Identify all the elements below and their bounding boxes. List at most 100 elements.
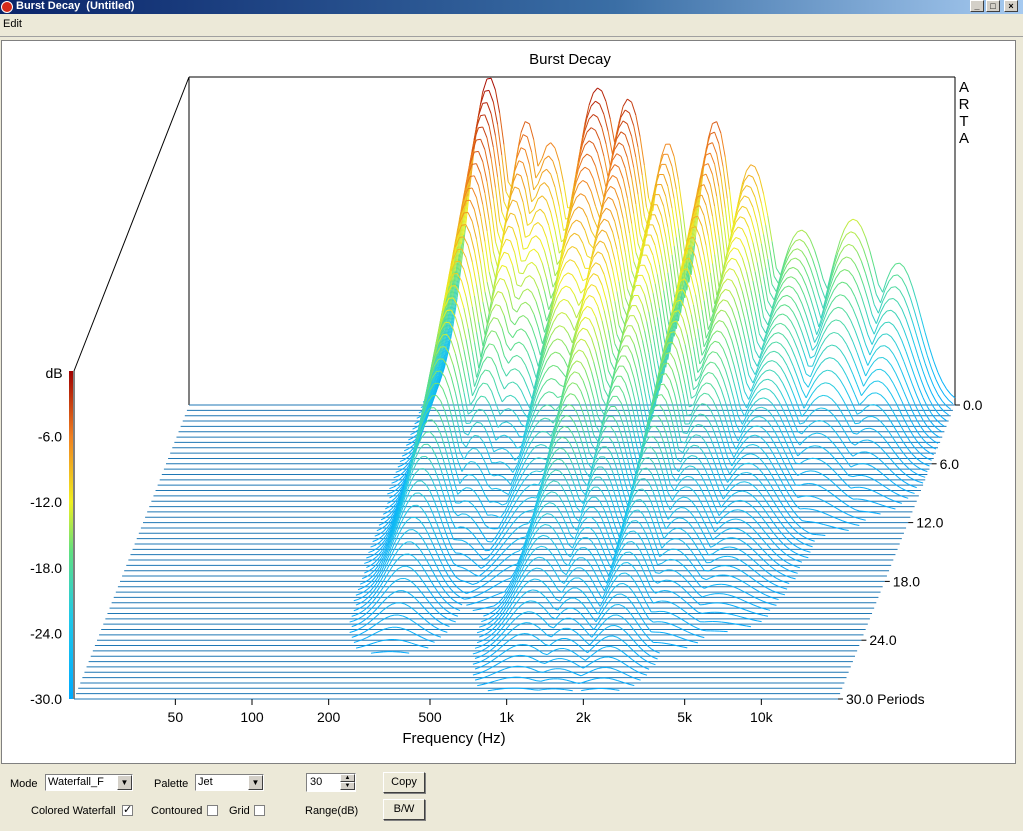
waterfall-segment bbox=[438, 382, 444, 390]
waterfall-segment bbox=[841, 308, 847, 314]
waterfall-segment bbox=[850, 320, 856, 331]
waterfall-segment bbox=[871, 349, 877, 358]
waterfall-segment bbox=[888, 404, 894, 413]
waterfall-segment bbox=[744, 391, 750, 400]
waterfall-segment bbox=[729, 467, 735, 475]
waterfall-segment bbox=[869, 250, 875, 268]
waterfall-segment bbox=[852, 245, 858, 252]
waterfall-segment bbox=[680, 363, 686, 385]
waterfall-segment bbox=[457, 248, 462, 251]
waterfall-segment bbox=[920, 349, 926, 364]
waterfall-segment bbox=[753, 619, 758, 622]
waterfall-segment bbox=[501, 475, 507, 481]
waterfall-segment bbox=[797, 320, 803, 333]
waterfall-segment bbox=[822, 420, 828, 424]
waterfall-segment bbox=[631, 101, 637, 116]
waterfall-segment bbox=[712, 399, 718, 409]
waterfall-segment bbox=[741, 364, 748, 384]
waterfall-segment bbox=[533, 537, 539, 543]
waterfall-segment bbox=[597, 152, 603, 169]
waterfall-segment bbox=[452, 328, 459, 343]
waterfall-segment bbox=[814, 496, 820, 500]
maximize-icon[interactable]: □ bbox=[986, 0, 1000, 12]
waterfall-segment bbox=[888, 348, 894, 355]
waterfall-segment bbox=[635, 570, 641, 579]
waterfall-segment bbox=[548, 480, 554, 484]
waterfall-segment bbox=[752, 549, 758, 555]
waterfall-segment bbox=[790, 347, 796, 358]
waterfall-segment bbox=[882, 409, 888, 416]
waterfall-segment bbox=[688, 365, 694, 390]
waterfall-segment bbox=[491, 547, 497, 554]
waterfall-segment bbox=[543, 250, 550, 268]
minimize-icon[interactable]: _ bbox=[970, 0, 984, 12]
waterfall-segment bbox=[790, 476, 796, 486]
waterfall-segment bbox=[637, 147, 643, 176]
waterfall-segment bbox=[465, 257, 471, 274]
waterfall-segment bbox=[716, 153, 722, 177]
waterfall-segment bbox=[578, 465, 584, 481]
waterfall-segment bbox=[924, 332, 930, 348]
waterfall-segment bbox=[708, 371, 713, 375]
waterfall-segment bbox=[737, 277, 743, 292]
waterfall-segment bbox=[586, 427, 593, 445]
waterfall-segment bbox=[488, 170, 494, 199]
waterfall-segment bbox=[867, 356, 873, 366]
waterfall-segment bbox=[487, 356, 492, 359]
waterfall-segment bbox=[442, 630, 448, 633]
waterfall-segment bbox=[739, 336, 745, 356]
waterfall-segment bbox=[684, 308, 690, 325]
waterfall-segment bbox=[705, 133, 711, 150]
waterfall-segment bbox=[514, 252, 520, 274]
waterfall-segment bbox=[497, 545, 503, 552]
waterfall-segment bbox=[559, 325, 564, 328]
waterfall-segment bbox=[752, 407, 758, 412]
waterfall-segment bbox=[540, 393, 546, 400]
waterfall-segment bbox=[810, 495, 815, 498]
waterfall-segment bbox=[835, 507, 841, 511]
waterfall-segment bbox=[372, 595, 378, 602]
waterfall-segment bbox=[922, 469, 928, 473]
waterfall-segment bbox=[710, 409, 716, 419]
waterfall-segment bbox=[729, 383, 735, 400]
waterfall-segment bbox=[376, 570, 382, 579]
waterfall-segment bbox=[723, 612, 728, 615]
waterfall-segment bbox=[442, 422, 448, 437]
waterfall-segment bbox=[444, 447, 450, 463]
waterfall-segment bbox=[452, 478, 459, 495]
close-icon[interactable]: × bbox=[1004, 0, 1018, 12]
waterfall-segment bbox=[701, 225, 707, 246]
waterfall-segment bbox=[497, 581, 503, 585]
waterfall-segment bbox=[663, 442, 669, 459]
waterfall-segment bbox=[541, 195, 547, 201]
waterfall-segment bbox=[695, 506, 701, 515]
waterfall-segment bbox=[742, 454, 747, 458]
waterfall-segment bbox=[506, 577, 512, 581]
waterfall-segment bbox=[659, 590, 665, 592]
waterfall-segment bbox=[544, 502, 550, 506]
waterfall-segment bbox=[622, 492, 629, 507]
waterfall-segment bbox=[582, 242, 588, 257]
waterfall-segment bbox=[482, 301, 488, 324]
waterfall-segment bbox=[595, 100, 600, 105]
watermark-letter: A bbox=[959, 130, 969, 147]
waterfall-segment bbox=[842, 281, 847, 284]
waterfall-segment bbox=[665, 236, 671, 264]
waterfall-segment bbox=[499, 461, 505, 464]
waterfall-segment bbox=[878, 503, 883, 506]
waterfall-segment bbox=[450, 340, 456, 354]
waterfall-segment bbox=[586, 217, 592, 232]
waterfall-segment bbox=[692, 346, 699, 373]
waterfall-segment bbox=[712, 373, 718, 380]
waterfall-segment bbox=[816, 363, 822, 371]
waterfall-segment bbox=[867, 439, 873, 442]
waterfall-segment bbox=[540, 444, 545, 447]
waterfall-segment bbox=[731, 576, 737, 579]
waterfall-segment bbox=[536, 545, 541, 549]
waterfall-segment bbox=[854, 422, 860, 425]
menu-edit[interactable]: Edit bbox=[3, 18, 22, 30]
waterfall-segment bbox=[421, 480, 427, 485]
waterfall-segment bbox=[701, 477, 707, 487]
waterfall-segment bbox=[603, 538, 610, 551]
waterfall-segment bbox=[731, 237, 737, 243]
